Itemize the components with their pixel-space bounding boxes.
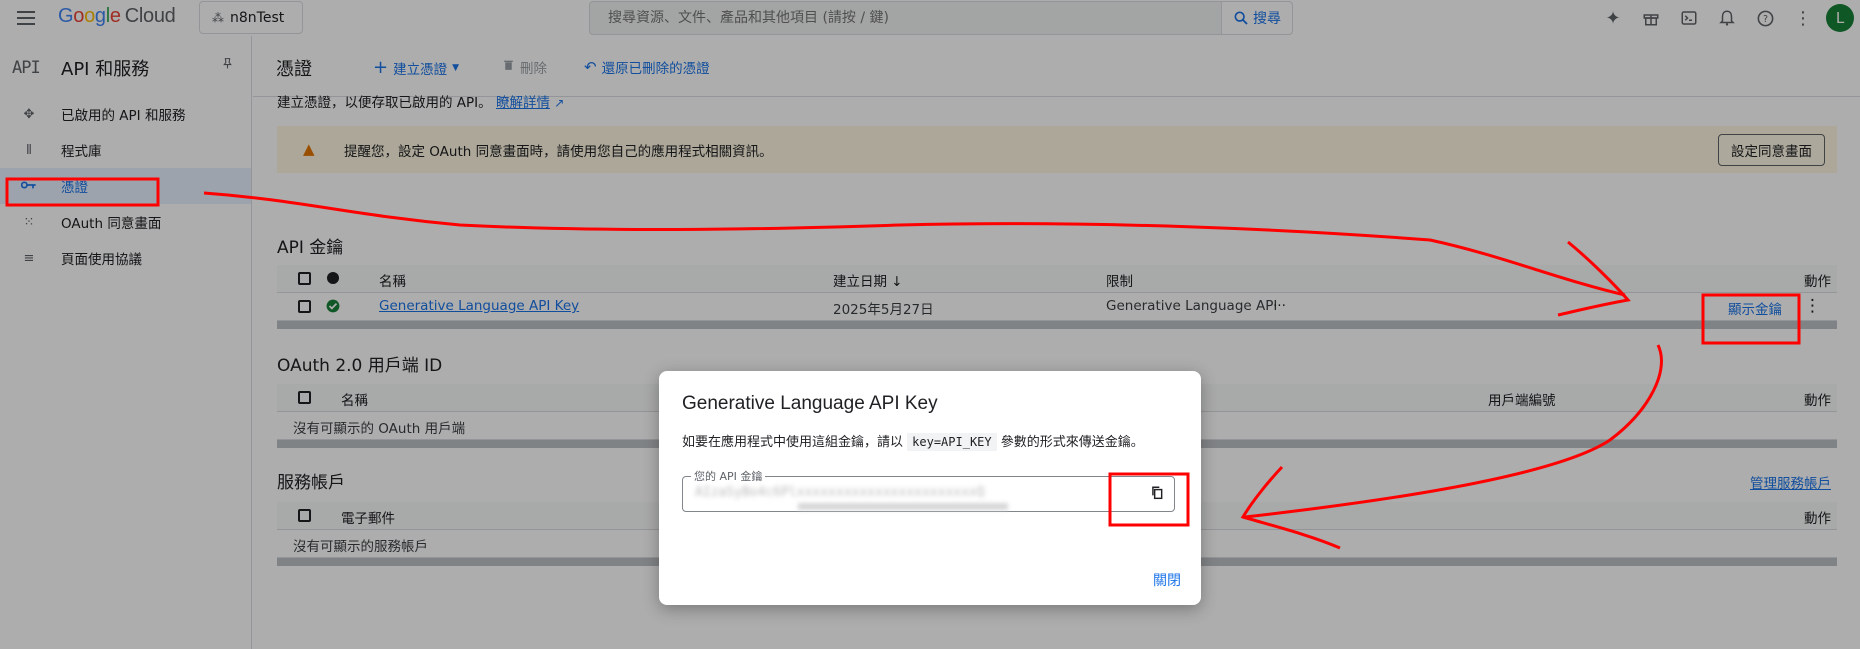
dialog-text-after: 參數的形式來傳送金鑰。	[1000, 435, 1144, 450]
copy-icon[interactable]	[1150, 485, 1164, 504]
api-key-dialog: Generative Language API Key 如要在應用程式中使用這組…	[659, 371, 1201, 605]
dialog-text-before: 如要在應用程式中使用這組金鑰，請以	[682, 435, 904, 450]
close-button[interactable]: 關閉	[1153, 570, 1181, 590]
dialog-code: key=API_KEY	[907, 433, 997, 451]
redaction-blur	[798, 503, 1008, 510]
api-key-field[interactable]: 您的 API 金鑰 AIzaSyBo4c6Plxxxxxxxxxxxxxxxxx…	[682, 468, 1175, 512]
dialog-title: Generative Language API Key	[682, 393, 938, 414]
api-key-value[interactable]: AIzaSyBo4c6PlxxxxxxxxxxxxxxxxxxxxxxxQ	[695, 485, 985, 500]
api-key-field-label: 您的 API 金鑰	[691, 468, 766, 484]
dialog-description: 如要在應用程式中使用這組金鑰，請以 key=API_KEY 參數的形式來傳送金鑰…	[682, 431, 1144, 451]
